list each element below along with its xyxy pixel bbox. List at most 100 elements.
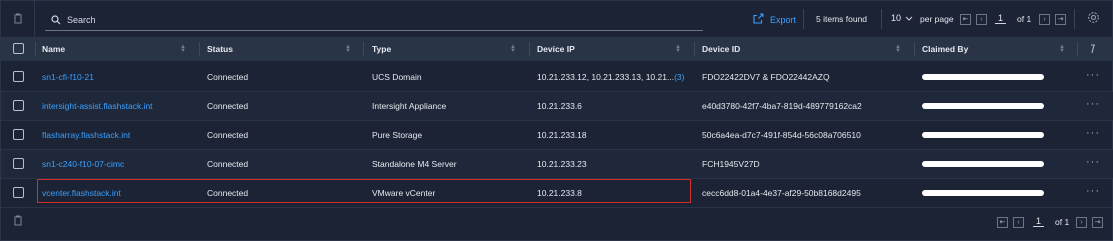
page-of-label: of 1 (1017, 14, 1032, 24)
search-placeholder: Search (67, 14, 96, 25)
column-divider (694, 42, 695, 56)
export-icon (753, 13, 770, 26)
last-page-icon[interactable]: ⇥ (1055, 14, 1066, 25)
more-icon[interactable]: ··· (1086, 98, 1100, 110)
redacted-claimed-by (922, 74, 1044, 80)
row-checkbox[interactable] (13, 158, 24, 169)
next-page-icon[interactable]: › (1039, 14, 1050, 25)
column-header-device-id[interactable]: Device ID (702, 37, 740, 61)
status-cell: Connected (207, 159, 249, 169)
column-divider (914, 42, 915, 56)
gear-icon[interactable] (1087, 11, 1100, 26)
prev-page-icon[interactable]: ‹ (976, 14, 987, 25)
column-divider (35, 42, 36, 56)
column-header-type[interactable]: Type (372, 37, 391, 61)
device-id-cell: FDO22422DV7 & FDO22442AZQ (702, 72, 830, 82)
device-name-link[interactable]: flasharray.flashstack.int (42, 121, 130, 149)
device-name-link[interactable]: sn1-cfi-f10-21 (42, 63, 94, 91)
row-checkbox[interactable] (13, 71, 24, 82)
sort-icon[interactable]: ▲ ▼ (345, 44, 351, 54)
delete-button[interactable] (1, 1, 35, 37)
device-name-link[interactable]: sn1-c240-f10-07-cimc (42, 150, 124, 178)
sort-icon[interactable]: ▲ ▼ (510, 44, 516, 54)
device-name-link[interactable]: vcenter.flashstack.int (42, 179, 121, 207)
page-number-input[interactable]: 1 (1033, 216, 1045, 227)
status-cell: Connected (207, 188, 249, 198)
ip-cell: 10.21.233.8 (537, 188, 582, 198)
chevron-down-icon (905, 13, 913, 23)
sort-icon[interactable]: ▲ ▼ (895, 44, 901, 54)
status-cell: Connected (207, 72, 249, 82)
device-id-cell: cecc6dd8-01a4-4e37-af29-50b8168d2495 (702, 188, 861, 198)
table-header: Name ▲ ▼ Status ▲ ▼ Type ▲ ▼ Device IP ▲ ▼ D… (1, 37, 1113, 61)
export-label: Export (770, 14, 797, 25)
redacted-claimed-by (922, 190, 1044, 196)
trash-icon[interactable] (13, 215, 23, 228)
column-divider (363, 42, 364, 56)
pin-icon[interactable] (1090, 44, 1096, 56)
next-page-icon[interactable]: › (1076, 217, 1087, 228)
type-cell: Pure Storage (372, 130, 423, 140)
table-row[interactable]: vcenter.flashstack.int Connected VMware … (1, 179, 1113, 208)
search-icon (45, 14, 67, 25)
more-icon[interactable]: ··· (1086, 127, 1100, 139)
toolbar: Search Export 5 items found 10 per page … (1, 1, 1113, 37)
row-checkbox[interactable] (13, 129, 24, 140)
toolbar-divider (881, 9, 882, 29)
more-icon[interactable]: ··· (1086, 185, 1100, 197)
prev-page-icon[interactable]: ‹ (1013, 217, 1024, 228)
status-cell: Connected (207, 101, 249, 111)
page-of-label: of 1 (1055, 217, 1070, 227)
table-row[interactable]: flasharray.flashstack.int Connected Pure… (1, 121, 1113, 150)
export-button[interactable]: Export (753, 13, 796, 26)
column-header-name[interactable]: Name (42, 37, 65, 61)
sort-icon[interactable]: ▲ ▼ (1059, 44, 1065, 54)
more-icon[interactable]: ··· (1086, 69, 1100, 81)
sort-icon[interactable]: ▲ ▼ (675, 44, 681, 54)
per-page-select[interactable]: 10 (891, 13, 913, 23)
ip-text: 10.21.233.12, 10.21.233.13, 10.21... (537, 72, 675, 82)
toolbar-divider (1074, 9, 1075, 29)
type-cell: Intersight Appliance (372, 101, 447, 111)
table-row[interactable]: sn1-cfi-f10-21 Connected UCS Domain 10.2… (1, 63, 1113, 92)
column-header-device-ip[interactable]: Device IP (537, 37, 575, 61)
column-divider (529, 42, 530, 56)
search-input[interactable]: Search (45, 9, 703, 31)
table-row[interactable]: sn1-c240-f10-07-cimc Connected Standalon… (1, 150, 1113, 179)
type-cell: VMware vCenter (372, 188, 436, 198)
per-page-value: 10 (891, 13, 902, 23)
table-footer: ⇤ ‹ 1 of 1 › ⇥ (1, 206, 1113, 240)
ip-cell: 10.21.233.6 (537, 101, 582, 111)
ip-cell: 10.21.233.18 (537, 130, 587, 140)
items-found-count: 5 items found (816, 14, 868, 24)
column-divider (1077, 42, 1078, 56)
select-all-checkbox[interactable] (13, 43, 24, 54)
first-page-icon[interactable]: ⇤ (997, 217, 1008, 228)
ip-more-link[interactable]: (3) (674, 72, 684, 82)
row-checkbox[interactable] (13, 100, 24, 111)
page-number-input[interactable]: 1 (995, 13, 1007, 24)
table-row[interactable]: intersight-assist.flashstack.int Connect… (1, 92, 1113, 121)
last-page-icon[interactable]: ⇥ (1092, 217, 1103, 228)
device-id-cell: e40d3780-42f7-4ba7-819d-489779162ca2 (702, 101, 862, 111)
redacted-claimed-by (922, 132, 1044, 138)
device-id-cell: 50c6a4ea-d7c7-491f-854d-56c08a706510 (702, 130, 861, 140)
first-page-icon[interactable]: ⇤ (960, 14, 971, 25)
device-table-panel: Search Export 5 items found 10 per page … (0, 0, 1113, 241)
more-icon[interactable]: ··· (1086, 156, 1100, 168)
column-header-status[interactable]: Status (207, 37, 233, 61)
device-id-cell: FCH1945V27D (702, 159, 760, 169)
type-cell: Standalone M4 Server (372, 159, 457, 169)
device-name-link[interactable]: intersight-assist.flashstack.int (42, 92, 153, 120)
ip-cell: 10.21.233.12, 10.21.233.13, 10.21... (3) (537, 63, 684, 91)
trash-icon (13, 13, 23, 26)
toolbar-divider (803, 9, 804, 29)
ip-cell: 10.21.233.23 (537, 159, 587, 169)
row-checkbox[interactable] (13, 187, 24, 198)
sort-icon[interactable]: ▲ ▼ (180, 44, 186, 54)
redacted-claimed-by (922, 103, 1044, 109)
status-cell: Connected (207, 130, 249, 140)
column-header-claimed-by[interactable]: Claimed By (922, 37, 968, 61)
redacted-claimed-by (922, 161, 1044, 167)
column-divider (199, 42, 200, 56)
